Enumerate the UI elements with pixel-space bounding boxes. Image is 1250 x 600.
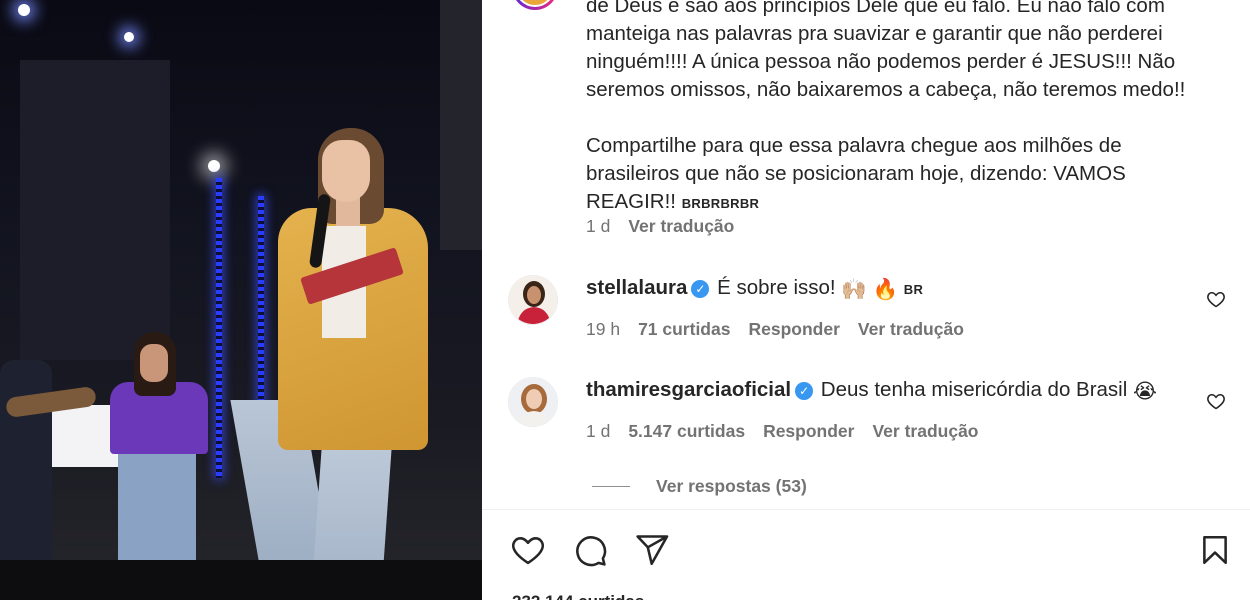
stage-light: [18, 4, 30, 16]
stage-light: [124, 32, 134, 42]
comment-body: stellalaura ✓ É sobre isso! 🙌🏼 🔥 BR: [586, 275, 923, 303]
caption-line: manteiga nas palavras pra suavizar e gar…: [586, 22, 1163, 45]
stage-backdrop-panel: [440, 0, 482, 250]
reply-button[interactable]: Responder: [763, 421, 854, 442]
bookmark-icon[interactable]: [1198, 532, 1232, 568]
comment-text: É sobre isso!: [717, 276, 836, 299]
stage-floor: [0, 560, 482, 600]
comment-item: stellalaura ✓ É sobre isso! 🙌🏼 🔥 BR 19 h …: [508, 275, 1228, 345]
share-icon[interactable]: [634, 532, 670, 568]
singer-figure: [140, 344, 168, 382]
comment-meta: 19 h 71 curtidas Responder Ver tradução: [586, 319, 964, 340]
caption-translate-link[interactable]: Ver tradução: [628, 216, 734, 237]
post-media[interactable]: [0, 0, 482, 600]
comment-icon[interactable]: [572, 532, 608, 568]
comment-meta: 1 d 5.147 curtidas Responder Ver traduçã…: [586, 421, 979, 442]
verified-badge-icon: ✓: [691, 280, 710, 298]
stage-light: [208, 160, 220, 172]
author-avatar[interactable]: [512, 0, 558, 10]
post-actions: [510, 532, 670, 568]
caption-line: seremos omissos, não baixaremos a cabeça…: [586, 78, 1186, 101]
post-likes-count[interactable]: 232.144 curtidas: [512, 592, 644, 600]
reply-button[interactable]: Responder: [748, 319, 839, 340]
comment-username[interactable]: thamiresgarciaoficial: [586, 378, 791, 401]
led-strip: [216, 178, 222, 478]
comment-item: thamiresgarciaoficial ✓ Deus tenha miseri…: [508, 377, 1228, 447]
comment-likes[interactable]: 71 curtidas: [638, 319, 730, 340]
caption-text: REAGIR!!: [586, 190, 676, 213]
caption-line: Compartilhe para que essa palavra chegue…: [586, 134, 1122, 157]
like-comment-heart-icon[interactable]: [1206, 391, 1226, 411]
like-comment-heart-icon[interactable]: [1206, 289, 1226, 309]
stage-backdrop-panel: [20, 60, 170, 360]
section-divider: [482, 509, 1250, 510]
avatar[interactable]: [508, 275, 558, 325]
comment-likes[interactable]: 5.147 curtidas: [628, 421, 745, 442]
post-details: de Deus e são aos princípios Dele que eu…: [482, 0, 1250, 600]
comment-text: Deus tenha misericórdia do Brasil: [820, 378, 1128, 401]
comment-time: 1 d: [586, 421, 611, 441]
comment-username[interactable]: stellalaura: [586, 276, 687, 299]
view-replies-button[interactable]: Ver respostas (53): [592, 476, 807, 497]
replies-divider-line: [592, 486, 630, 487]
brazil-flag: BR: [903, 282, 924, 297]
heart-icon[interactable]: [510, 532, 546, 568]
verified-badge-icon: ✓: [795, 382, 814, 400]
view-replies-label: Ver respostas (53): [656, 476, 807, 496]
caption-time: 1 d: [586, 216, 611, 236]
caption-line: brasileiros que não se posicionaram hoje…: [586, 162, 1126, 185]
comment-time: 19 h: [586, 319, 621, 339]
caption-line: REAGIR!! BRBRBRBR: [586, 188, 1226, 218]
caption-line: de Deus e são aos princípios Dele que eu…: [586, 0, 1165, 17]
fire-emoji: 🔥: [872, 278, 899, 301]
caption-line: ninguém!!!! A única pessoa não podemos p…: [586, 50, 1176, 73]
translate-link[interactable]: Ver tradução: [858, 319, 964, 340]
comment-body: thamiresgarciaoficial ✓ Deus tenha miseri…: [586, 377, 1157, 405]
post-caption: de Deus e são aos princípios Dele que eu…: [586, 0, 1226, 218]
brazil-flags: BRBRBRBR: [681, 196, 760, 211]
caption-meta: 1 d Ver tradução: [586, 216, 734, 237]
translate-link[interactable]: Ver tradução: [872, 421, 978, 442]
avatar[interactable]: [508, 377, 558, 427]
speaker-figure: [322, 140, 370, 202]
raised-hands-emoji: 🙌🏼: [841, 278, 867, 301]
led-strip: [258, 196, 264, 416]
crying-face-emoji: 😭: [1133, 380, 1157, 403]
